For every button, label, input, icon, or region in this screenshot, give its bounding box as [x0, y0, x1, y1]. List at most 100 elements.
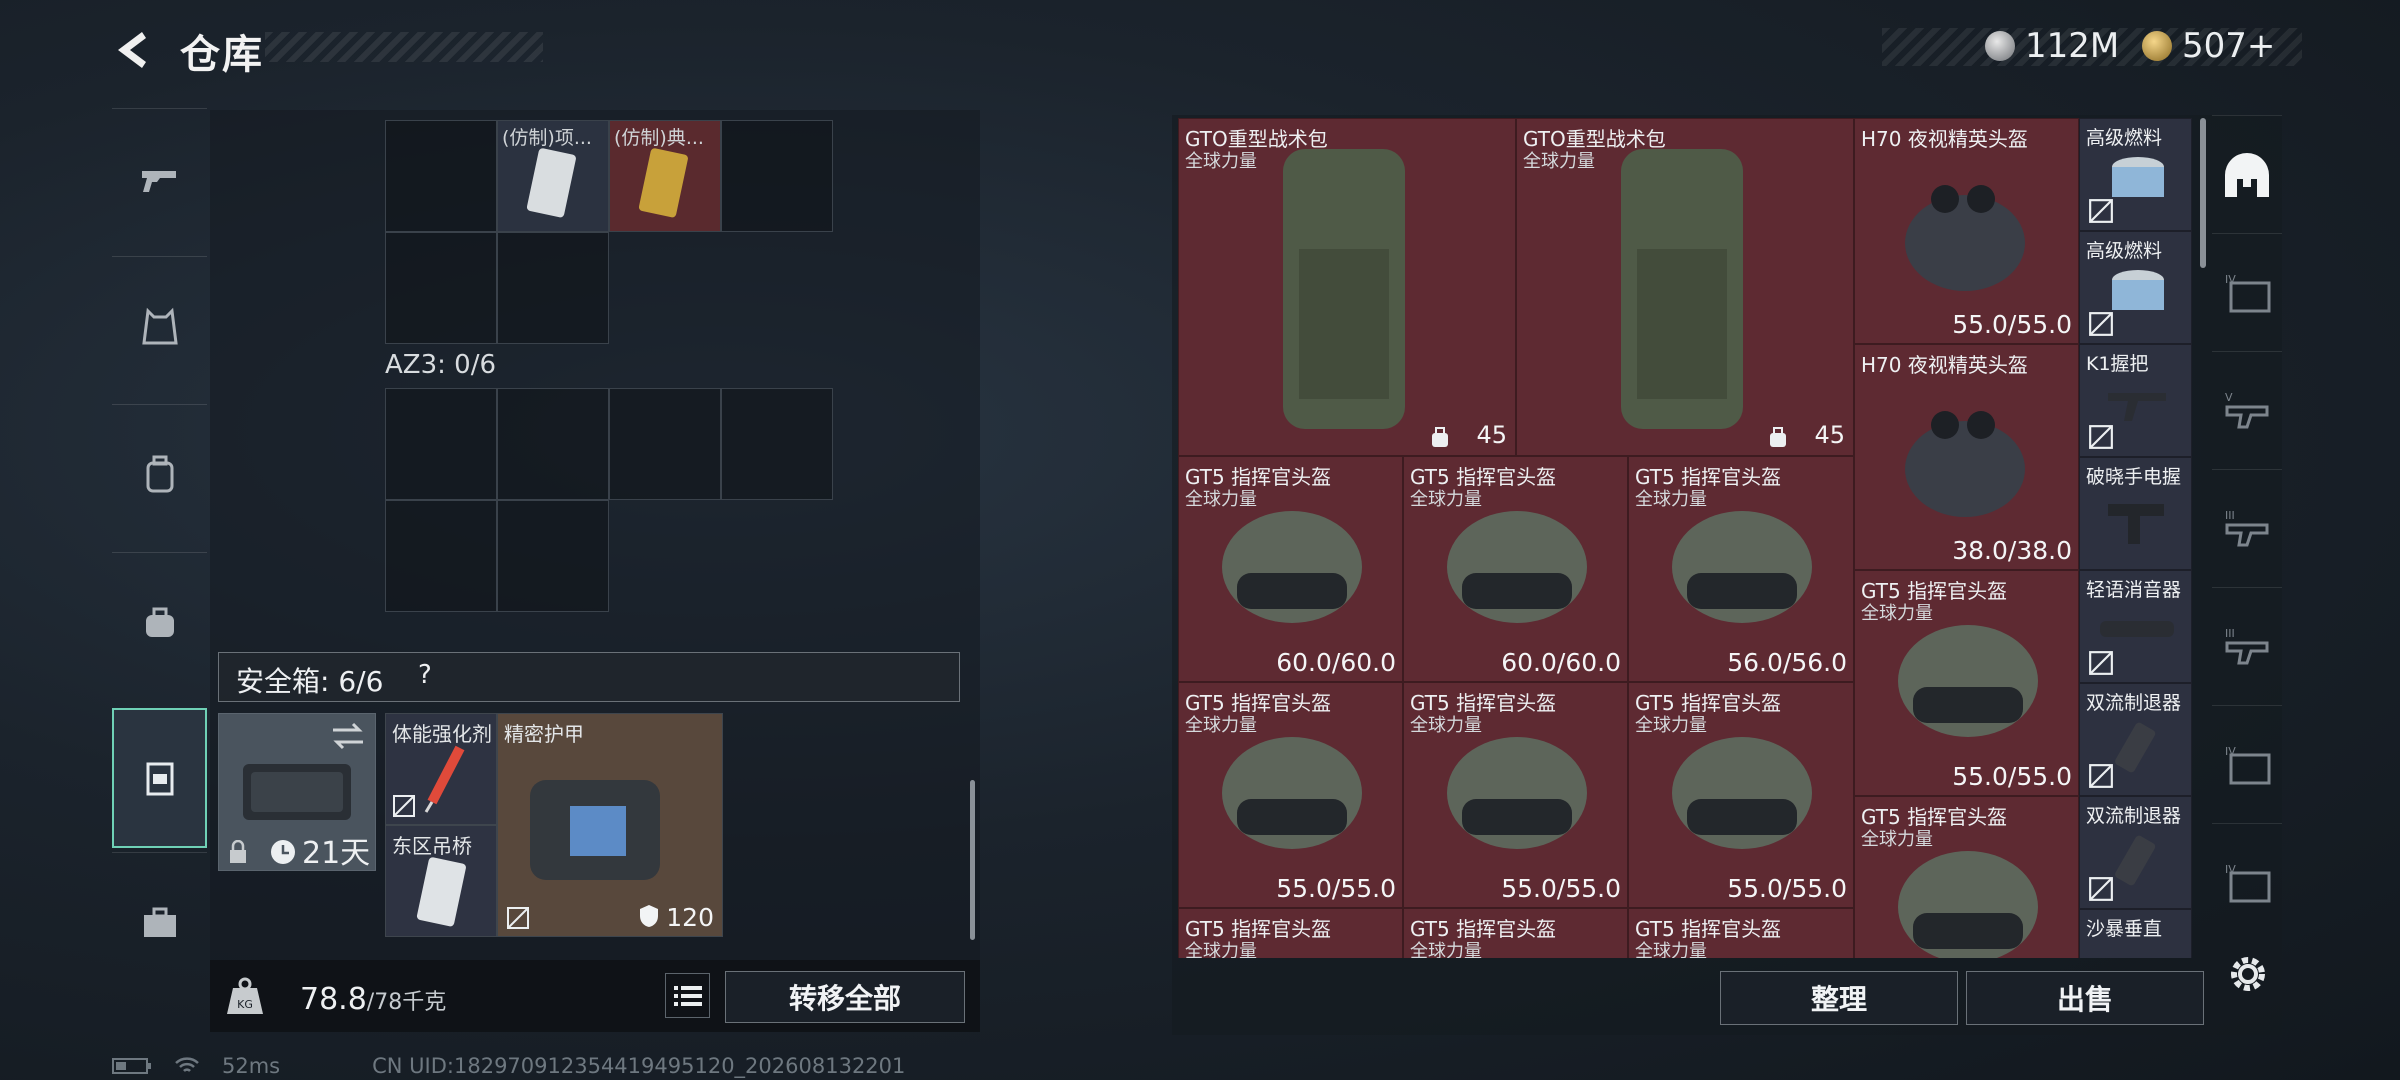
gt5-helmet-icon — [1672, 737, 1812, 849]
grid-slot[interactable] — [721, 388, 833, 500]
sidebar-item-pouch[interactable] — [112, 552, 207, 693]
stash-item-muzzle-brake[interactable]: 双流制退器 — [2079, 683, 2192, 796]
stash-item-helmet[interactable]: GT5 指挥官头盔 全球力量 56.0/56.0 — [1628, 456, 1854, 682]
stash-item-helmet[interactable]: GT5 指挥官头盔 全球力量 55.0/55.0 — [1178, 682, 1403, 908]
currency-gold-value: 507+ — [2182, 26, 2276, 66]
svg-text:III: III — [2225, 509, 2235, 522]
sidebar-item-toolbox[interactable] — [112, 852, 207, 993]
stash-item-bag[interactable]: GTO重型战术包 全球力量 45 — [1516, 118, 1854, 456]
currency-gold[interactable]: 507+ — [2142, 24, 2275, 68]
grid-slot[interactable] — [497, 388, 609, 500]
stash-item-helmet[interactable]: GT5 指挥官头盔 全球力量 55.0/55.0 — [1403, 682, 1628, 908]
stash-item-helmet[interactable]: H70 夜视精英头盔 38.0/38.0 — [1854, 344, 2079, 570]
armor-slot[interactable]: 精密护甲 120 — [497, 713, 723, 937]
stash-item-helmet[interactable]: GT5 指挥官头盔 全球力量 55.0/55.0 — [1854, 570, 2079, 796]
weight-current: 78.8 — [300, 982, 367, 1017]
grid-slot[interactable] — [721, 120, 833, 232]
stash-tab-iv-box-3[interactable]: IV — [2212, 823, 2282, 942]
armor-bag-icon — [530, 780, 660, 880]
stash-item-helmet[interactable]: GT5 指挥官头盔 全球力量 — [1854, 796, 2079, 958]
stash-item-bag[interactable]: GTO重型战术包 全球力量 45 — [1178, 118, 1516, 456]
list-view-button[interactable] — [665, 973, 710, 1018]
stash-home-icon — [2225, 153, 2269, 197]
weight-max: /78千克 — [366, 990, 447, 1015]
settings-gear-icon[interactable] — [2226, 952, 2270, 996]
stash-item-fuel[interactable]: 高级燃料 — [2079, 118, 2192, 231]
svg-text:IV: IV — [2225, 863, 2236, 876]
stash-item-suppressor[interactable]: 轻语消音器 — [2079, 570, 2192, 683]
left-scrollbar[interactable] — [970, 780, 975, 940]
safe-case-image-icon — [243, 764, 351, 820]
gold-coin-icon — [2142, 31, 2172, 61]
stash-scrollbar[interactable] — [2200, 118, 2206, 268]
nv-helmet-icon — [1905, 411, 2025, 517]
stim-slot[interactable]: 体能强化剂 — [385, 713, 497, 825]
stash-item-helmet[interactable]: GT5 指挥官头盔 全球力量 — [1178, 908, 1403, 958]
stash-item-helmet[interactable]: GT5 指挥官头盔 全球力量 60.0/60.0 — [1403, 456, 1628, 682]
gt5-helmet-icon — [1447, 511, 1587, 623]
no-insure-icon — [2089, 425, 2113, 449]
grid-slot[interactable]: (仿制)项... — [497, 120, 609, 232]
stash-tab-iv-box-2[interactable]: IV — [2212, 705, 2282, 824]
sidebar-item-weapons[interactable] — [112, 108, 207, 249]
stash-tab-iii-gun[interactable]: III — [2212, 469, 2282, 588]
stash-item-helmet[interactable]: GT5 指挥官头盔 全球力量 55.0/55.0 — [1628, 682, 1854, 908]
currency-silver[interactable]: 112M — [1985, 24, 2119, 68]
title-decoration — [265, 32, 543, 62]
transfer-all-button[interactable]: 转移全部 — [725, 971, 965, 1023]
tier-iv-crate-icon: IV — [2225, 863, 2271, 903]
stash-item-helmet[interactable]: GT5 指挥官头盔 全球力量 — [1628, 908, 1854, 958]
safe-box-label: 安全箱: 6/6 — [236, 665, 384, 698]
stash-tab-v-gun[interactable]: V — [2212, 351, 2282, 470]
fuel-can-icon — [2112, 270, 2164, 310]
gt5-helmet-icon — [1898, 625, 2038, 737]
syringe-icon — [424, 745, 465, 813]
az3-capacity-label: AZ3: 0/6 — [385, 350, 497, 380]
grid-slot[interactable]: (仿制)典... — [609, 120, 721, 232]
safe-case-timer: 21天 — [302, 836, 371, 871]
stash-item-helmet[interactable]: GT5 指挥官头盔 全球力量 60.0/60.0 — [1178, 456, 1403, 682]
weight-display: 78.8/78千克 — [300, 982, 446, 1017]
grid-slot[interactable] — [385, 500, 497, 612]
safe-case-icon — [146, 762, 173, 796]
stash-item-helmet[interactable]: H70 夜视精英头盔 55.0/55.0 — [1854, 118, 2079, 344]
gt5-helmet-icon — [1898, 851, 2038, 958]
tier-v-weapon-icon: V — [2225, 391, 2269, 429]
no-insure-icon — [2089, 651, 2113, 675]
sort-button[interactable]: 整理 — [1720, 971, 1958, 1025]
bridge-slot[interactable]: 东区吊桥 — [385, 825, 497, 937]
pistol-icon — [141, 171, 176, 192]
stash-item-muzzle-brake[interactable]: 双流制退器 — [2079, 796, 2192, 909]
stash-item-flashlight-grip[interactable]: 破晓手电握 — [2079, 457, 2192, 570]
nv-helmet-icon — [1905, 185, 2025, 291]
capacity-icon — [1432, 427, 1448, 447]
suppressor-icon — [2100, 621, 2174, 637]
backpack-icon — [146, 455, 173, 493]
stash-item-helmet[interactable]: GT5 指挥官头盔 全球力量 — [1403, 908, 1628, 958]
grid-slot[interactable] — [385, 232, 497, 344]
stash-tab-iii-gun-2[interactable]: III — [2212, 587, 2282, 706]
stash-item-vertical-grip[interactable]: 沙暴垂直 — [2079, 909, 2192, 958]
swap-icon — [333, 722, 363, 750]
stash-item-grip[interactable]: K1握把 — [2079, 344, 2192, 457]
stash-tab-iv-box[interactable]: IV — [2212, 233, 2282, 352]
sell-button[interactable]: 出售 — [1966, 971, 2204, 1025]
grid-slot[interactable] — [497, 500, 609, 612]
stash-tab-all[interactable] — [2212, 115, 2282, 234]
help-icon[interactable]: ? — [418, 660, 432, 690]
clock-icon — [271, 840, 295, 864]
grid-slot[interactable] — [497, 232, 609, 344]
sidebar-item-vest[interactable] — [112, 256, 207, 397]
svg-text:III: III — [2225, 627, 2235, 640]
svg-text:V: V — [2225, 391, 2233, 404]
grid-slot[interactable] — [385, 388, 497, 500]
back-arrow-icon[interactable] — [112, 28, 156, 72]
grid-slot[interactable] — [385, 120, 497, 232]
sidebar-item-backpack[interactable] — [112, 404, 207, 545]
stash-item-fuel[interactable]: 高级燃料 — [2079, 231, 2192, 344]
kg-weight-icon: KG — [227, 977, 263, 1014]
tier-iv-crate-icon: IV — [2225, 745, 2271, 785]
sidebar-item-safebox[interactable] — [112, 708, 207, 848]
tier-iii-weapon-icon: III — [2225, 627, 2269, 665]
grid-slot[interactable] — [609, 388, 721, 500]
